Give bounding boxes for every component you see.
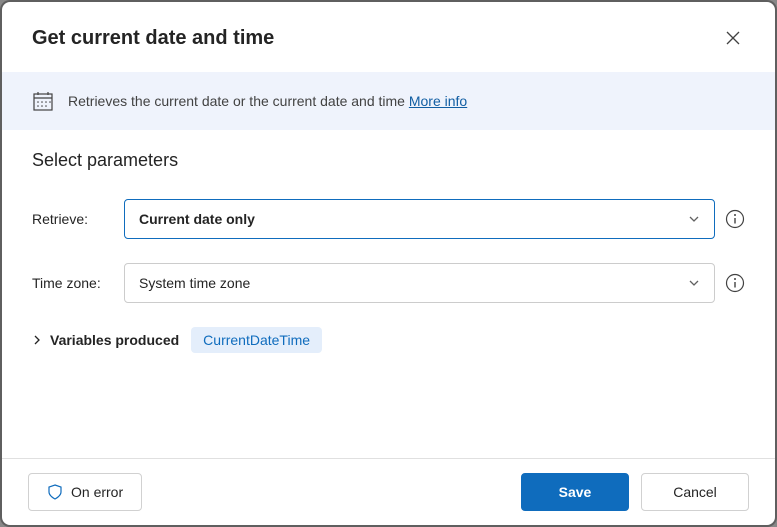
chevron-right-icon: [32, 335, 42, 345]
dialog: Get current date and time Retrieves the …: [2, 2, 775, 525]
retrieve-value: Current date only: [139, 211, 255, 227]
dialog-footer: On error Save Cancel: [2, 458, 775, 525]
dialog-title: Get current date and time: [32, 27, 274, 50]
timezone-select[interactable]: System time zone: [124, 263, 715, 303]
chevron-down-icon: [688, 213, 700, 225]
dialog-body: Select parameters Retrieve: Current date…: [2, 130, 775, 458]
on-error-button[interactable]: On error: [28, 473, 142, 511]
footer-actions: Save Cancel: [521, 473, 749, 511]
retrieve-label: Retrieve:: [32, 211, 114, 227]
info-icon[interactable]: [725, 273, 745, 293]
banner-text: Retrieves the current date or the curren…: [68, 93, 409, 109]
timezone-label: Time zone:: [32, 275, 114, 291]
info-banner: Retrieves the current date or the curren…: [2, 72, 775, 130]
variables-toggle[interactable]: Variables produced: [32, 332, 179, 348]
section-heading: Select parameters: [32, 150, 745, 171]
param-row-timezone: Time zone: System time zone: [32, 263, 745, 303]
save-button[interactable]: Save: [521, 473, 629, 511]
close-button[interactable]: [717, 22, 749, 54]
chevron-down-icon: [688, 277, 700, 289]
timezone-value: System time zone: [139, 275, 250, 291]
param-row-retrieve: Retrieve: Current date only: [32, 199, 745, 239]
variables-label: Variables produced: [50, 332, 179, 348]
banner-text-wrap: Retrieves the current date or the curren…: [68, 93, 467, 109]
on-error-label: On error: [71, 484, 123, 500]
dialog-header: Get current date and time: [2, 2, 775, 72]
cancel-button[interactable]: Cancel: [641, 473, 749, 511]
variable-chip[interactable]: CurrentDateTime: [191, 327, 322, 353]
more-info-link[interactable]: More info: [409, 93, 467, 109]
shield-icon: [47, 484, 63, 500]
calendar-icon: [32, 90, 54, 112]
info-icon[interactable]: [725, 209, 745, 229]
variables-row: Variables produced CurrentDateTime: [32, 327, 745, 353]
close-icon: [726, 31, 740, 45]
retrieve-select[interactable]: Current date only: [124, 199, 715, 239]
